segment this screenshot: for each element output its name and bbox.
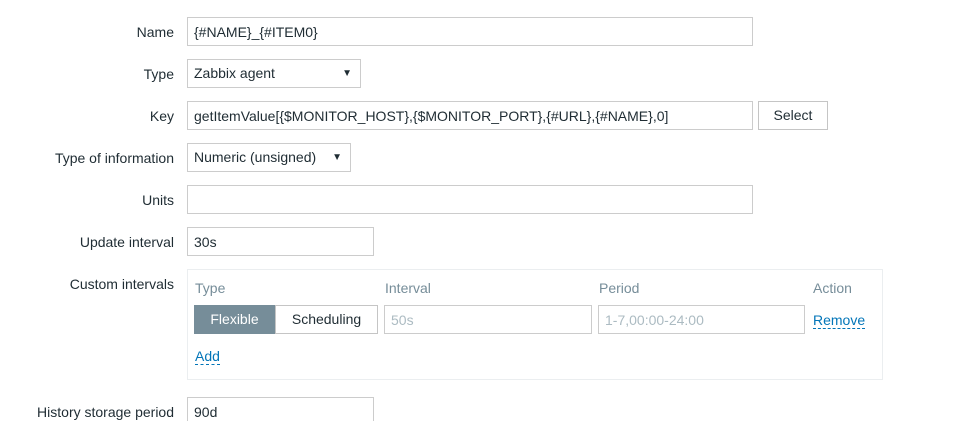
units-input[interactable] [187, 185, 753, 214]
scheduling-toggle[interactable]: Scheduling [275, 305, 378, 334]
custom-intervals-table: Type Interval Period Action Flexible Sch… [187, 269, 883, 380]
interval-input[interactable] [384, 305, 592, 334]
column-header-interval: Interval [385, 280, 431, 296]
remove-interval-link[interactable]: Remove [813, 312, 866, 329]
update-interval-input[interactable] [187, 227, 374, 256]
period-input[interactable] [598, 305, 805, 334]
type-select[interactable]: Zabbix agent ▼ [187, 59, 361, 88]
custom-intervals-label: Custom intervals [69, 276, 174, 292]
column-header-period: Period [599, 280, 640, 296]
name-input[interactable] [187, 17, 753, 46]
column-header-action: Action [813, 280, 852, 296]
add-interval-link[interactable]: Add [195, 348, 220, 365]
name-label: Name [136, 24, 174, 40]
units-label: Units [142, 192, 174, 208]
type-of-information-select[interactable]: Numeric (unsigned) ▼ [187, 143, 351, 172]
key-label: Key [149, 108, 174, 124]
history-storage-period-label: History storage period [37, 404, 174, 420]
type-of-information-label: Type of information [54, 150, 174, 166]
type-label: Type [143, 66, 174, 82]
flexible-toggle[interactable]: Flexible [194, 305, 275, 334]
type-select-value: Zabbix agent [194, 65, 275, 81]
column-header-type: Type [195, 280, 226, 296]
dropdown-arrow-icon: ▼ [332, 152, 342, 163]
item-prototype-form: Name Type Zabbix agent ▼ Key Select Type… [0, 0, 970, 421]
key-input[interactable] [187, 101, 753, 130]
dropdown-arrow-icon: ▼ [342, 68, 352, 79]
type-of-information-value: Numeric (unsigned) [194, 149, 317, 165]
key-select-button[interactable]: Select [758, 101, 828, 130]
update-interval-label: Update interval [79, 234, 174, 250]
history-storage-period-input[interactable] [187, 397, 374, 421]
